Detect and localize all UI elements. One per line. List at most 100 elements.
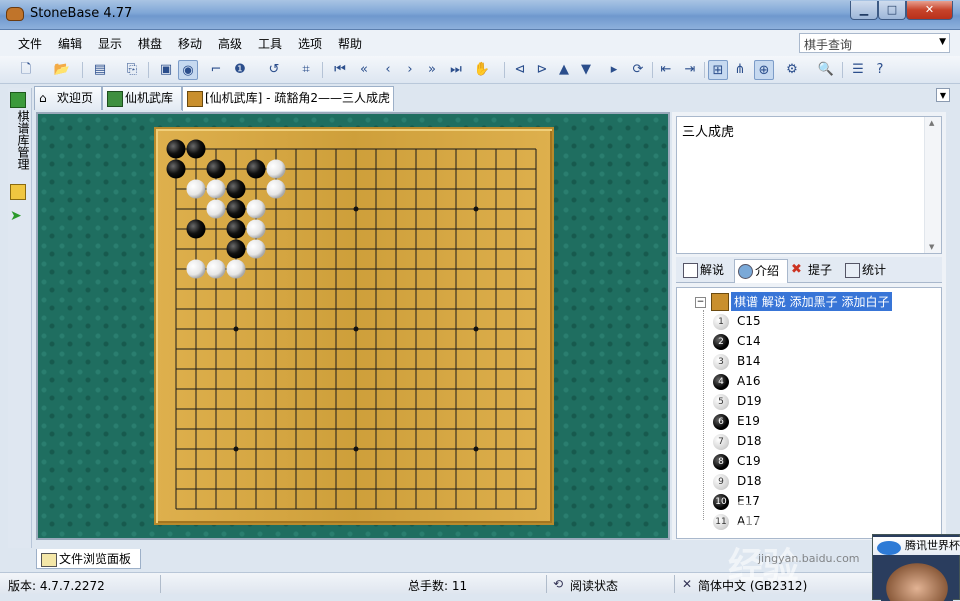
auto-play-icon[interactable]: ⟳: [628, 60, 648, 80]
add-node-icon[interactable]: ⊕: [754, 60, 774, 80]
board-icon: [711, 293, 729, 311]
tree-view-icon[interactable]: ⊞: [708, 60, 728, 80]
board-view-icon[interactable]: ▣: [156, 60, 176, 80]
library-manager-label[interactable]: 棋谱库管理: [10, 110, 30, 170]
watermark-url: jingyan.baidu.com: [758, 552, 860, 565]
menu-move[interactable]: 移动: [178, 35, 202, 52]
stone-view-icon[interactable]: ◉: [178, 60, 198, 80]
down-variation-icon[interactable]: ▼: [576, 60, 596, 80]
close-button[interactable]: ✕: [906, 1, 953, 20]
first-move-icon[interactable]: ⏮: [330, 60, 350, 80]
minimize-button[interactable]: ▁: [850, 1, 878, 20]
new-doc-icon[interactable]: 🗋: [16, 60, 36, 80]
white-stone[interactable]: [186, 259, 206, 279]
chevron-down-icon[interactable]: ▼: [939, 37, 946, 47]
menu-advanced[interactable]: 高级: [218, 35, 242, 52]
move-stone-icon: 7: [713, 434, 729, 450]
save-db-icon[interactable]: ▤: [90, 60, 110, 80]
panel-tabs: 解说 介绍 ✖ 提子 统计: [676, 257, 942, 283]
help-icon[interactable]: ?: [870, 60, 890, 80]
white-stone[interactable]: [206, 199, 226, 219]
white-stone[interactable]: [246, 219, 266, 239]
menu-edit[interactable]: 编辑: [58, 35, 82, 52]
white-stone[interactable]: [206, 259, 226, 279]
up-variation-icon[interactable]: ▲: [554, 60, 574, 80]
white-stone[interactable]: [186, 179, 206, 199]
black-stone[interactable]: [166, 139, 186, 159]
tab-intro[interactable]: 介绍: [734, 259, 788, 283]
menu-options[interactable]: 选项: [298, 35, 322, 52]
app-logo-icon: [6, 7, 24, 21]
black-stone[interactable]: [246, 159, 266, 179]
open-folder-icon[interactable]: 📂: [52, 60, 72, 80]
black-stone[interactable]: [226, 239, 246, 259]
white-stone[interactable]: [226, 259, 246, 279]
go-board[interactable]: [154, 127, 554, 525]
black-stone[interactable]: [226, 179, 246, 199]
news-popup[interactable]: 腾讯世界杯: [872, 534, 960, 601]
language-icon: ✕: [682, 577, 693, 591]
collapse-icon[interactable]: −: [695, 297, 706, 308]
properties-icon[interactable]: ☰: [848, 60, 868, 80]
tab-game[interactable]: [仙机武库] - 疏豁角2——三人成虎: [182, 86, 394, 111]
next-move-icon[interactable]: ›: [400, 60, 420, 80]
black-stone[interactable]: [206, 159, 226, 179]
menu-tools[interactable]: 工具: [258, 35, 282, 52]
tab-list-dropdown[interactable]: ▼: [936, 88, 950, 102]
prev-variation-icon[interactable]: ⊲: [510, 60, 530, 80]
black-stone[interactable]: [186, 139, 206, 159]
comment-box[interactable]: 三人成虎 ▲ ▼: [676, 116, 942, 254]
prev-ten-icon[interactable]: «: [354, 60, 374, 80]
menu-file[interactable]: 文件: [18, 35, 42, 52]
toolbar-separator: [652, 62, 653, 78]
coordinates-icon[interactable]: ⌐: [206, 60, 226, 80]
white-stone[interactable]: [266, 159, 286, 179]
back-icon[interactable]: ⇤: [656, 60, 676, 80]
export-icon[interactable]: ⎘: [122, 60, 142, 80]
black-stone[interactable]: [166, 159, 186, 179]
move-coord: C15: [737, 314, 761, 328]
white-stone[interactable]: [266, 179, 286, 199]
undo-icon[interactable]: ↺: [264, 60, 284, 80]
branch-icon[interactable]: ⋔: [730, 60, 750, 80]
tools-icon[interactable]: ⚙: [782, 60, 802, 80]
arrow-cursor-icon[interactable]: ➤: [10, 208, 26, 224]
file-browser-tab[interactable]: 文件浏览面板: [36, 549, 141, 569]
forward-icon[interactable]: ⇥: [680, 60, 700, 80]
black-stone[interactable]: [186, 219, 206, 239]
tab-comment[interactable]: 解说: [680, 259, 734, 283]
folder-icon[interactable]: [10, 184, 26, 200]
status-move-count: 总手数: 11: [408, 579, 468, 593]
black-stone[interactable]: [226, 219, 246, 239]
zoom-icon[interactable]: 🔍: [816, 60, 836, 80]
next-variation-icon[interactable]: ⊳: [532, 60, 552, 80]
comment-icon: [683, 263, 698, 278]
white-stone[interactable]: [246, 199, 266, 219]
black-stone[interactable]: [226, 199, 246, 219]
tab-stats[interactable]: 统计: [842, 259, 902, 283]
move-stone-icon: 5: [713, 394, 729, 410]
menu-help[interactable]: 帮助: [338, 35, 362, 52]
status-separator: [546, 575, 547, 593]
white-stone[interactable]: [246, 239, 266, 259]
popup-photo[interactable]: [881, 559, 953, 601]
hand-icon[interactable]: ✋: [472, 60, 492, 80]
prev-move-icon[interactable]: ‹: [378, 60, 398, 80]
maximize-button[interactable]: □: [878, 1, 906, 20]
library-icon[interactable]: [10, 92, 26, 108]
tab-captures[interactable]: ✖ 提子: [788, 259, 842, 283]
menu-view[interactable]: 显示: [98, 35, 122, 52]
next-ten-icon[interactable]: »: [422, 60, 442, 80]
move-number-icon[interactable]: ❶: [230, 60, 250, 80]
goto-move-icon[interactable]: ▸: [604, 60, 624, 80]
crop-icon[interactable]: ⌗: [296, 60, 316, 80]
player-search-combo[interactable]: 棋手查询 ▼: [799, 33, 950, 53]
move-coord: D18: [737, 474, 762, 488]
tab-database[interactable]: 仙机武库: [102, 86, 182, 110]
move-stone-icon: 6: [713, 414, 729, 430]
last-move-icon[interactable]: ⏭: [446, 60, 466, 80]
white-stone[interactable]: [206, 179, 226, 199]
tab-welcome[interactable]: ⌂ 欢迎页: [34, 86, 102, 110]
menu-board[interactable]: 棋盘: [138, 35, 162, 52]
comment-scrollbar[interactable]: ▲ ▼: [924, 117, 941, 253]
